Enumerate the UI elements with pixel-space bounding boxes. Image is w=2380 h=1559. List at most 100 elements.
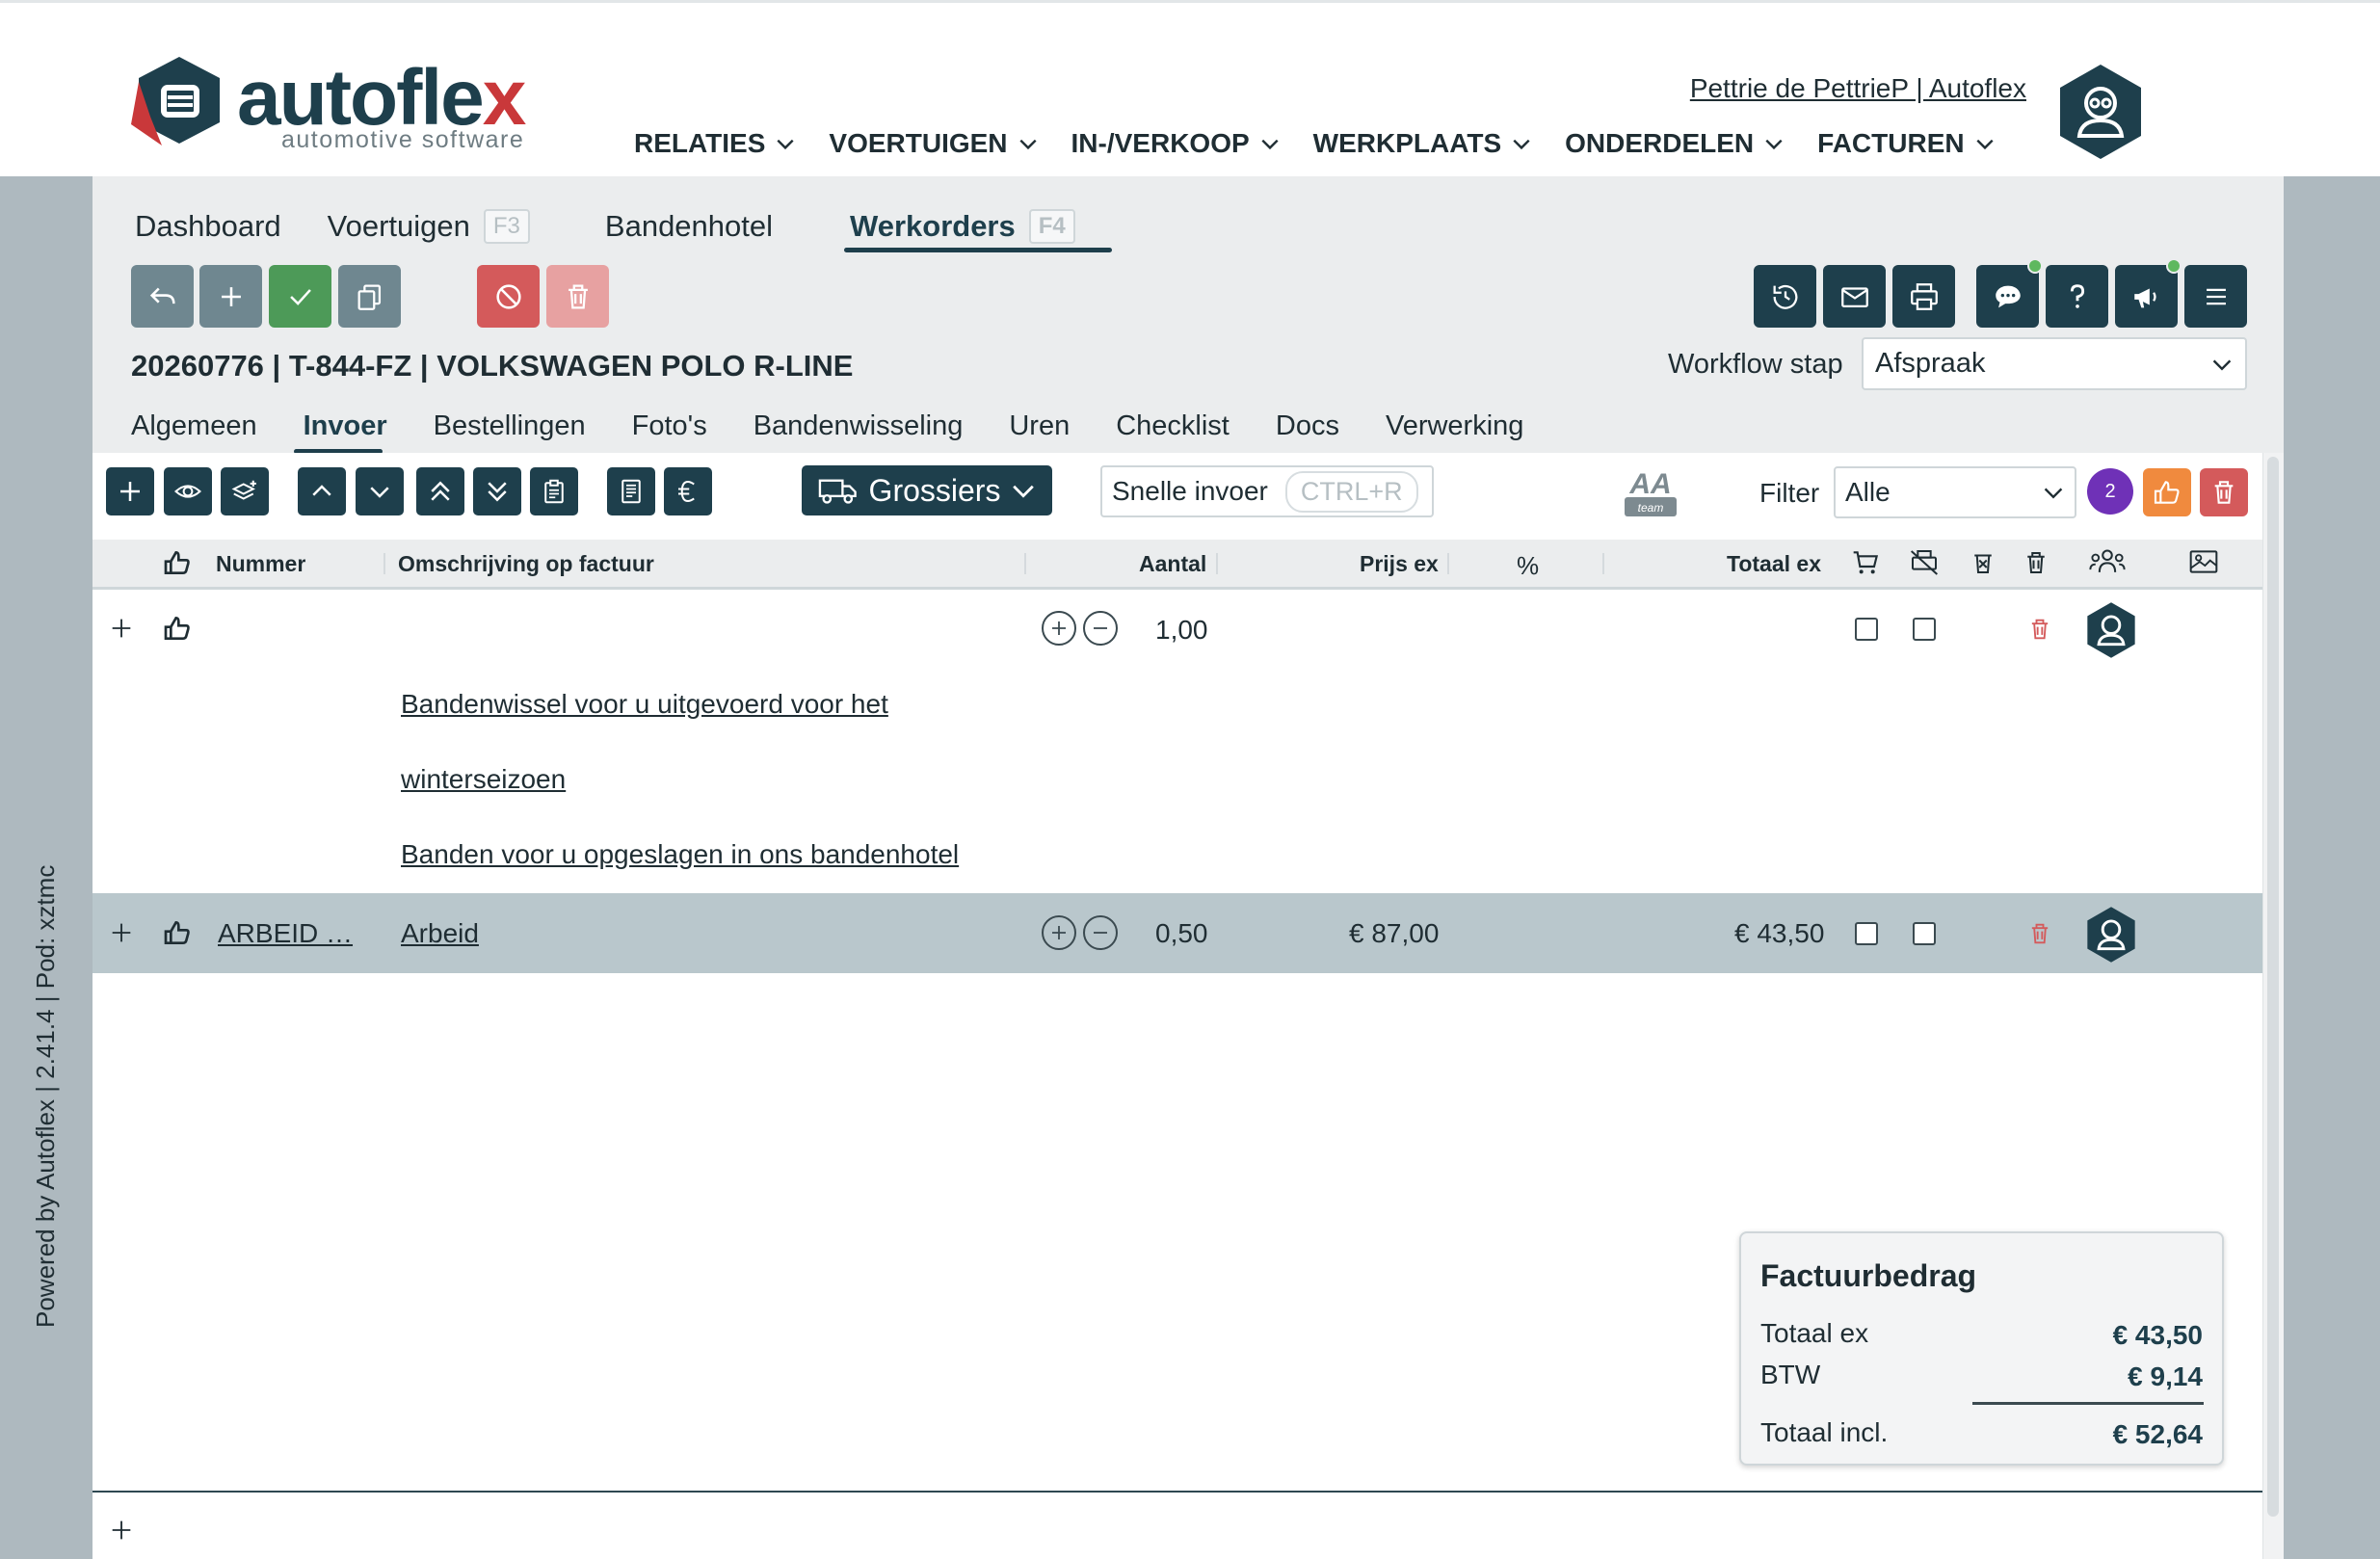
nav-in-verkoop[interactable]: IN-/VERKOOP (1071, 128, 1281, 159)
move-top-button[interactable] (416, 467, 464, 515)
image-icon[interactable] (2188, 547, 2219, 576)
users-icon[interactable] (2089, 545, 2126, 578)
delete-row-icon[interactable] (2026, 919, 2053, 948)
clipboard-button[interactable] (530, 467, 578, 515)
euro-icon (678, 480, 695, 503)
autoflex-logo[interactable]: autoflex automotive software (131, 53, 555, 159)
nav-voertuigen[interactable]: VOERTUIGEN (829, 128, 1038, 159)
column-header-omschrijving[interactable]: Omschrijving op factuur (398, 551, 654, 577)
subtab-checklist[interactable]: Checklist (1116, 410, 1230, 449)
tab-werkorders[interactable]: Werkorders F4 (850, 202, 1075, 251)
increase-quantity-button[interactable] (1042, 915, 1076, 950)
grossiers-dropdown-button[interactable]: Grossiers (802, 465, 1052, 515)
decrease-quantity-button[interactable] (1083, 611, 1118, 646)
thumbs-up-icon[interactable] (162, 613, 193, 644)
no-print-icon[interactable] (1908, 547, 1941, 578)
expand-row-icon[interactable] (108, 615, 135, 642)
help-button[interactable] (2046, 265, 2108, 328)
row-quantity[interactable]: 1,00 (1155, 615, 1208, 646)
column-header-nummer[interactable]: Nummer (216, 551, 305, 577)
announcement-notification-dot (2166, 258, 2182, 274)
menu-button[interactable] (2184, 265, 2247, 328)
increase-quantity-button[interactable] (1042, 611, 1076, 646)
printer-icon (1910, 282, 1938, 310)
price-button[interactable] (664, 467, 712, 515)
column-header-prijs[interactable]: Prijs ex (1360, 551, 1439, 577)
trash-icon[interactable] (2022, 547, 2050, 578)
add-row-icon[interactable] (108, 1517, 135, 1544)
total-incl-label: Totaal incl. (1760, 1417, 1889, 1447)
tab-dashboard[interactable]: Dashboard (135, 202, 281, 251)
nav-werkplaats[interactable]: WERKPLAATS (1313, 128, 1532, 159)
tab-voertuigen[interactable]: Voertuigen F3 (328, 202, 530, 251)
description-line[interactable]: winterseizoen (401, 764, 566, 795)
user-avatar[interactable] (2056, 63, 2145, 161)
subtab-docs[interactable]: Docs (1276, 410, 1339, 449)
subtab-invoer[interactable]: Invoer (304, 410, 387, 449)
add-button[interactable] (199, 265, 262, 328)
print-button[interactable] (1892, 265, 1955, 328)
count-badge[interactable]: 2 (2087, 468, 2133, 515)
mechanic-avatar-icon[interactable] (2085, 600, 2137, 660)
delete-button[interactable] (546, 265, 609, 328)
column-header-aantal[interactable]: Aantal (1139, 551, 1206, 577)
no-print-checkbox[interactable] (1913, 922, 1936, 945)
thumbs-up-icon[interactable] (162, 547, 193, 578)
cart-icon[interactable] (1851, 547, 1882, 578)
row-article-number[interactable]: ARBEID … (218, 918, 353, 949)
chat-button[interactable] (1976, 265, 2039, 328)
user-account-link[interactable]: Pettrie de PettrieP | Autoflex (1690, 73, 2026, 104)
subtab-uren[interactable]: Uren (1009, 410, 1070, 449)
top-tabs: Dashboard Voertuigen F3 Bandenhotel Werko… (135, 202, 1122, 251)
filter-select[interactable]: Alle (1834, 466, 2076, 518)
subtab-algemeen[interactable]: Algemeen (131, 410, 257, 449)
history-button[interactable] (1754, 265, 1816, 328)
book-button[interactable] (607, 467, 655, 515)
row-description[interactable]: Arbeid (401, 918, 479, 949)
subtab-bandenwisseling[interactable]: Bandenwisseling (754, 410, 964, 449)
announcements-button[interactable] (2115, 265, 2178, 328)
description-line[interactable]: Banden voor u opgeslagen in ons bandenho… (401, 839, 959, 870)
user-avatar-icon (2060, 65, 2141, 159)
expand-row-icon[interactable] (108, 919, 135, 946)
move-down-button[interactable] (356, 467, 404, 515)
delete-all-button[interactable] (2200, 468, 2248, 516)
subtab-verwerking[interactable]: Verwerking (1386, 410, 1523, 449)
add-layer-button[interactable] (221, 467, 269, 515)
move-up-button[interactable] (298, 467, 346, 515)
tab-bandenhotel[interactable]: Bandenhotel (605, 202, 773, 251)
no-print-checkbox[interactable] (1913, 618, 1936, 641)
column-header-percentage[interactable]: % (1517, 551, 1539, 581)
back-button[interactable] (131, 265, 194, 328)
move-bottom-button[interactable] (473, 467, 521, 515)
view-button[interactable] (164, 467, 212, 515)
cancel-button[interactable] (477, 265, 540, 328)
aa-team-logo[interactable]: AA team (1625, 464, 1677, 517)
description-line[interactable]: Bandenwissel voor u uitgevoerd voor het (401, 689, 888, 720)
save-button[interactable] (269, 265, 331, 328)
row-price[interactable]: € 87,00 (1349, 918, 1439, 949)
nav-facturen[interactable]: FACTUREN (1817, 128, 1995, 159)
mechanic-avatar-icon[interactable] (2085, 905, 2137, 964)
subtab-bestellingen[interactable]: Bestellingen (434, 410, 586, 449)
remove-icon[interactable] (1969, 547, 1997, 578)
column-header-totaal[interactable]: Totaal ex (1727, 551, 1821, 577)
copy-button[interactable] (338, 265, 401, 328)
decrease-quantity-button[interactable] (1083, 915, 1118, 950)
approve-all-button[interactable] (2143, 468, 2191, 516)
quick-input-field[interactable]: Snelle invoer CTRL+R (1100, 465, 1434, 517)
workflow-step-value: Afspraak (1875, 348, 1986, 379)
order-checkbox[interactable] (1855, 922, 1878, 945)
workflow-step-select[interactable]: Afspraak (1862, 337, 2247, 390)
right-gutter (2284, 176, 2380, 1559)
nav-onderdelen[interactable]: ONDERDELEN (1565, 128, 1785, 159)
order-checkbox[interactable] (1855, 618, 1878, 641)
email-button[interactable] (1823, 265, 1886, 328)
scrollbar-thumb[interactable] (2267, 457, 2279, 1517)
thumbs-up-icon[interactable] (162, 917, 193, 948)
delete-row-icon[interactable] (2026, 615, 2053, 644)
add-line-button[interactable] (106, 467, 154, 515)
row-quantity[interactable]: 0,50 (1155, 918, 1208, 949)
nav-relaties[interactable]: RELATIES (634, 128, 796, 159)
subtab-fotos[interactable]: Foto's (632, 410, 707, 449)
